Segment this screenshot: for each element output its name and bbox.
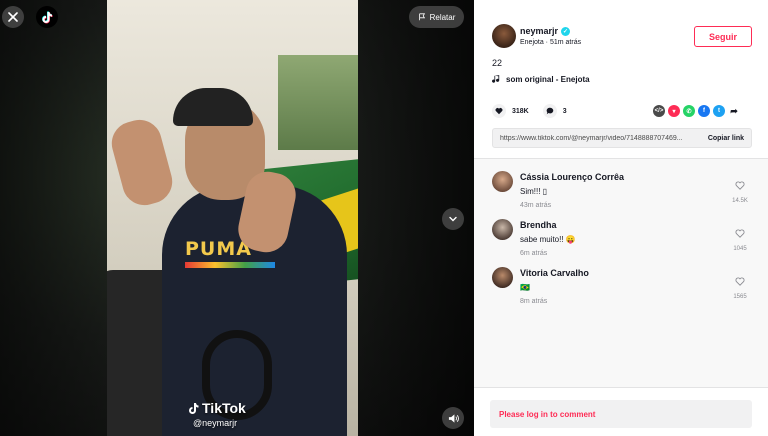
video-caption: 22 <box>492 58 503 68</box>
comment-text: Sim!!! ▯ <box>520 187 548 196</box>
chevron-down-icon <box>449 216 457 222</box>
embed-icon[interactable]: </> <box>653 105 665 117</box>
video-player[interactable]: PUMA TikTok @neymarjr <box>107 0 358 436</box>
share-more-icon[interactable]: ➦ <box>728 105 740 117</box>
comment-like-count: 1565 <box>733 294 747 300</box>
share-row: </> ▾ ✆ f t ➦ <box>653 105 740 117</box>
heart-outline-icon <box>735 229 745 238</box>
watermark-username: @neymarjr <box>193 418 238 428</box>
whatsapp-icon[interactable]: ✆ <box>683 105 695 117</box>
comment-like-count: 1045 <box>733 246 747 252</box>
comment-text: 🇧🇷 <box>520 283 530 292</box>
report-button[interactable]: Relatar <box>409 6 464 28</box>
copy-link-button[interactable]: Copiar link <box>701 135 751 142</box>
heart-outline-icon <box>735 181 745 190</box>
music-link[interactable]: som original - Enejota <box>492 75 590 84</box>
flag-icon <box>418 13 425 21</box>
comment-time: 43m atrás <box>520 202 552 209</box>
comment-author[interactable]: Cássia Lourenço Corrêa <box>520 172 624 182</box>
tiktok-logo-icon <box>42 11 53 23</box>
volume-icon <box>448 413 459 423</box>
comment-like-button[interactable]: 1565 <box>728 273 752 300</box>
comment-text: sabe muito!! 😛 <box>520 235 576 244</box>
avatar[interactable] <box>492 171 513 192</box>
comment-button[interactable] <box>542 104 557 118</box>
facebook-icon[interactable]: f <box>698 105 710 117</box>
volume-button[interactable] <box>442 407 464 429</box>
music-title: som original - Enejota <box>506 75 590 84</box>
video-url[interactable]: https://www.tiktok.com/@neymarjr/video/7… <box>493 135 701 142</box>
video-stage: PUMA TikTok @neymarjr Relatar <box>0 0 474 436</box>
comment-like-count: 14.5K <box>732 198 748 204</box>
close-button[interactable] <box>2 6 24 28</box>
watermark-brand: TikTok <box>202 400 246 416</box>
comment-time: 8m atrás <box>520 298 548 305</box>
author-username[interactable]: neymarjr <box>520 26 558 36</box>
verified-badge-icon: ✓ <box>561 26 571 36</box>
tiktok-note-icon <box>189 402 199 414</box>
comment-count: 3 <box>562 107 567 115</box>
copy-link-box: https://www.tiktok.com/@neymarjr/video/7… <box>492 128 752 148</box>
author-info: neymarjr ✓ Enejota · 51m atrás <box>492 24 581 48</box>
follow-button[interactable]: Seguir <box>694 26 752 47</box>
report-label: Relatar <box>429 12 456 22</box>
author-subtitle: Enejota · 51m atrás <box>520 39 582 46</box>
close-icon <box>8 12 18 22</box>
comment-time: 6m atrás <box>520 250 548 257</box>
music-note-icon <box>492 75 500 83</box>
comment-like-button[interactable]: 14.5K <box>728 177 752 204</box>
heart-icon <box>495 108 503 115</box>
comment-like-button[interactable]: 1045 <box>728 225 752 252</box>
next-video-button[interactable] <box>442 208 464 230</box>
like-button[interactable] <box>492 104 506 118</box>
avatar[interactable] <box>492 267 513 288</box>
details-panel: neymarjr ✓ Enejota · 51m atrás Seguir 22… <box>474 0 768 436</box>
heart-outline-icon <box>735 277 745 286</box>
comment-icon <box>546 107 553 115</box>
tiktok-logo[interactable] <box>36 6 58 28</box>
engagement-bar: 318K 3 <box>492 104 581 118</box>
like-count: 318K <box>512 107 529 115</box>
comment-list[interactable]: Cássia Lourenço Corrêa Sim!!! ▯ 43m atrá… <box>474 159 768 387</box>
comment-author[interactable]: Brendha <box>520 220 576 230</box>
avatar[interactable] <box>492 219 513 240</box>
video-watermark: TikTok @neymarjr <box>187 400 246 428</box>
twitter-icon[interactable]: t <box>713 105 725 117</box>
login-to-comment-button[interactable]: Please log in to comment <box>490 400 752 428</box>
comment-login-area: Please log in to comment <box>474 387 768 436</box>
comment-author[interactable]: Vitoria Carvalho <box>520 268 589 278</box>
send-to-friends-icon[interactable]: ▾ <box>668 105 680 117</box>
avatar[interactable] <box>492 24 516 48</box>
